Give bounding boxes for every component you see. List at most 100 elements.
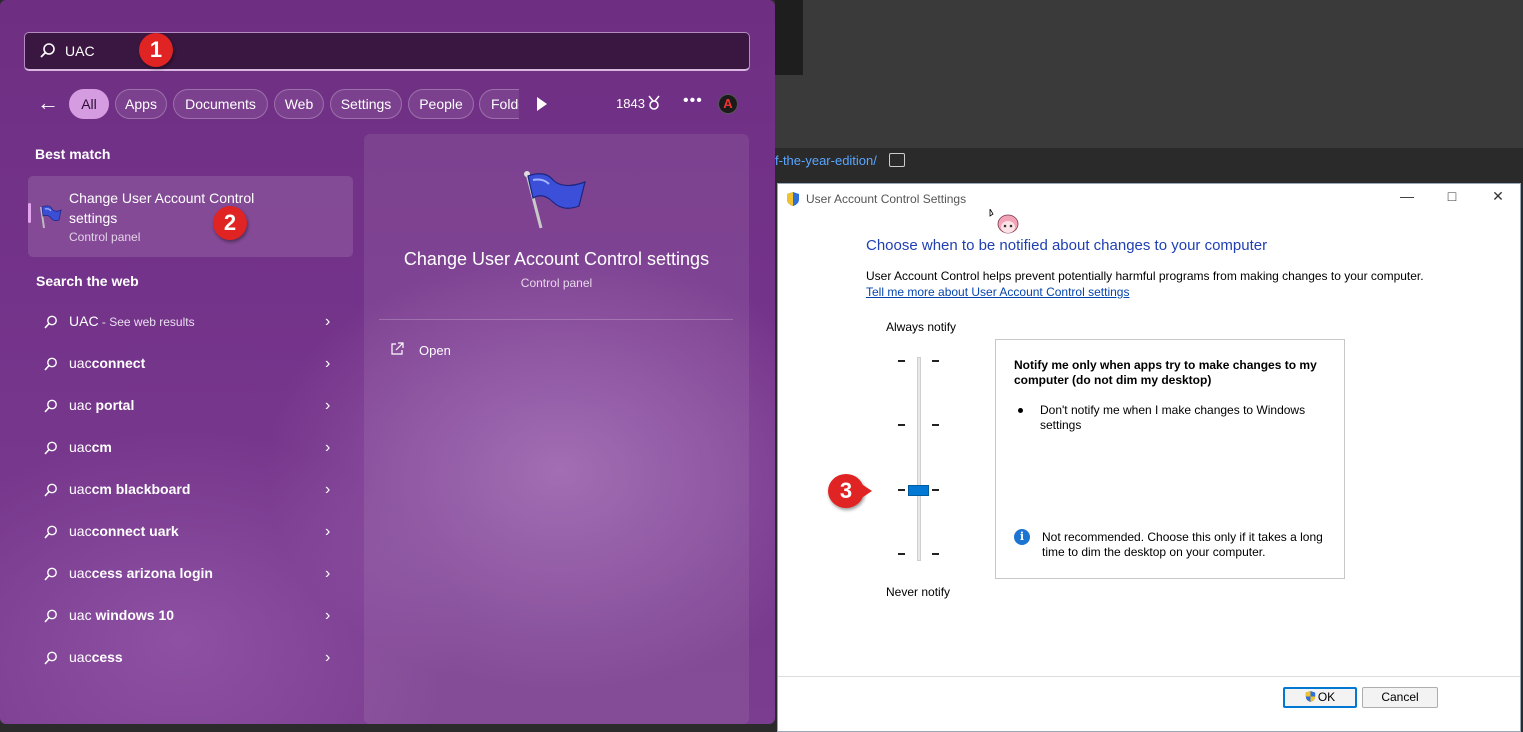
chevron-right-icon[interactable]: › [325,523,330,541]
slider-tick [898,360,905,362]
slider-thumb[interactable] [908,485,929,496]
uac-settings-dialog: User Account Control Settings — □ ✕ Choo… [777,183,1521,732]
step-badge-3: 3 [828,474,864,508]
filter-settings[interactable]: Settings [330,89,402,119]
search-icon [44,483,57,497]
chevron-right-icon[interactable]: › [325,313,330,331]
step-badge-2: 2 [213,206,247,240]
dialog-heading: Choose when to be notified about changes… [866,237,1268,254]
search-web-heading: Search the web [36,273,139,289]
suggestion-label: uac portal [69,397,134,413]
filter-documents[interactable]: Documents [173,89,268,119]
level-detail: Don't notify me when I make changes to W… [1040,403,1306,432]
web-result-label: UAC - See web results [69,313,195,329]
background-app-area [775,0,1523,148]
suggestion-row[interactable]: uac windows 10 › [28,595,353,637]
suggestion-row[interactable]: uaccm › [28,427,353,469]
maximize-icon[interactable]: □ [1442,188,1462,204]
detail-subtitle: Control panel [520,276,593,290]
filter-folders[interactable]: Folde [479,89,519,119]
search-icon [44,567,57,581]
uac-shield-icon [1305,691,1316,702]
suggestion-label: uac windows 10 [69,607,174,623]
ok-button-label: OK [1317,690,1336,704]
background-url-text[interactable]: f-the-year-edition/ [775,153,877,168]
slider-tick [898,424,905,426]
minimize-icon[interactable]: — [1397,188,1417,204]
avatar[interactable]: A [718,94,738,114]
chevron-right-icon[interactable]: › [325,649,330,667]
suggestion-row[interactable]: uac portal › [28,385,353,427]
background-address-strip [775,148,1523,184]
suggestion-prefix: uac [69,565,92,581]
rewards-points[interactable]: 1843 [616,96,645,111]
suggestion-prefix: uac [69,607,92,623]
dialog-description: User Account Control helps prevent poten… [866,269,1424,283]
ok-button[interactable]: OK [1283,687,1357,708]
uac-flag-icon [524,171,586,229]
filter-all[interactable]: All [69,89,109,119]
level-description-box: Notify me only when apps try to make cha… [995,339,1345,579]
search-icon [44,357,57,371]
suggestion-row[interactable]: uaccess arizona login › [28,553,353,595]
suggestion-completion: cess arizona login [91,565,213,581]
level-note: Not recommended. Choose this only if it … [1042,530,1323,559]
suggestion-row[interactable]: uaccess › [28,637,353,679]
search-query[interactable]: UAC [65,43,95,59]
suggestion-prefix: uac [69,649,92,665]
close-icon[interactable]: ✕ [1488,188,1508,205]
suggestion-label: uacconnect uark [69,523,179,539]
suggestion-completion: portal [91,397,135,413]
level-title: Notify me only when apps try to make cha… [1014,358,1317,387]
suggestion-prefix: uac [69,481,92,497]
slider-tick [932,424,939,426]
search-icon [44,525,57,539]
filter-people[interactable]: People [408,89,474,119]
chevron-right-icon[interactable]: › [325,397,330,415]
filter-web[interactable]: Web [274,89,324,119]
suggestion-label: uaccess arizona login [69,565,213,581]
slider-tick [932,553,939,555]
play-icon[interactable] [537,97,547,111]
slider-bottom-label: Never notify [886,585,951,599]
search-icon [44,399,57,413]
divider [778,676,1520,677]
chevron-right-icon[interactable]: › [325,355,330,373]
search-icon [44,441,57,455]
suggestion-completion: connect [91,355,146,371]
cancel-button[interactable]: Cancel [1362,687,1438,708]
chevron-right-icon[interactable]: › [325,481,330,499]
open-action[interactable]: Open [419,343,451,358]
cursor-mascot-icon [989,209,1019,234]
back-arrow-icon[interactable]: ← [37,92,59,114]
search-icon [44,315,57,329]
suggestion-completion: cess [91,649,123,665]
suggestion-prefix: uac [69,355,92,371]
slider-tick [898,489,905,491]
slider-tick [932,360,939,362]
suggestion-completion: connect uark [91,523,179,539]
search-icon [44,651,57,665]
suggestion-completion: cm blackboard [91,481,191,497]
image-icon[interactable] [889,153,905,167]
suggestion-completion: windows 10 [91,607,175,623]
web-result-row[interactable]: UAC - See web results › [28,301,353,343]
slider-tick [898,553,905,555]
suggestion-row[interactable]: uacconnect uark › [28,511,353,553]
web-result-term: UAC [69,313,99,329]
search-input[interactable] [24,32,750,71]
detail-title: Change User Account Control settings [403,249,710,269]
dialog-title: User Account Control Settings [806,192,967,206]
suggestion-row[interactable]: uacconnect › [28,343,353,385]
learn-more-link[interactable]: Tell me more about User Account Control … [866,285,1129,299]
more-options-icon[interactable]: ••• [683,92,703,110]
filter-apps[interactable]: Apps [115,89,167,119]
chevron-right-icon[interactable]: › [325,439,330,457]
chevron-right-icon[interactable]: › [325,607,330,625]
chevron-right-icon[interactable]: › [325,565,330,583]
suggestion-label: uaccm [69,439,112,455]
notification-slider[interactable] [917,357,921,561]
best-match-heading: Best match [35,146,111,162]
selection-indicator [28,203,31,223]
suggestion-row[interactable]: uaccm blackboard › [28,469,353,511]
